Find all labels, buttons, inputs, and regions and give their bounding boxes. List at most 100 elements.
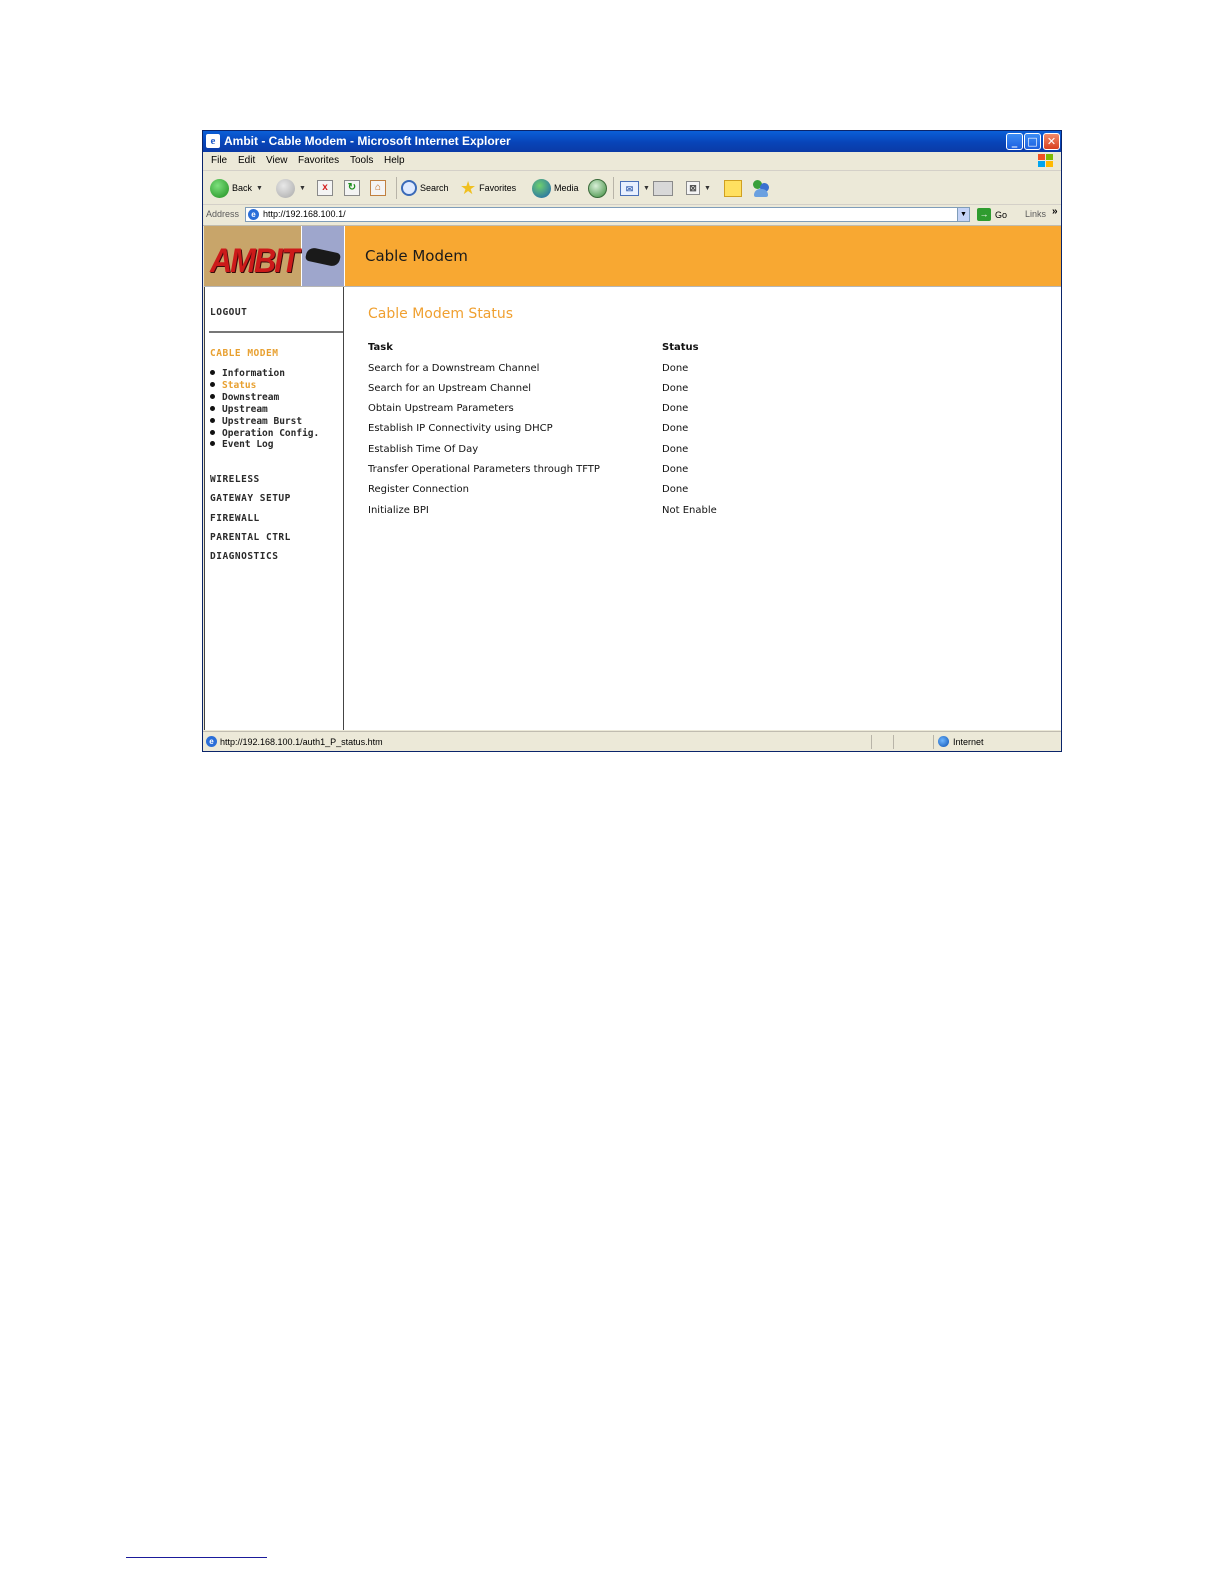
bullet-icon	[210, 418, 215, 423]
address-input[interactable]: e http://192.168.100.1/	[245, 207, 970, 222]
search-button[interactable]: Search	[401, 178, 449, 198]
messenger-icon	[751, 179, 771, 198]
go-button[interactable]: → Go	[977, 208, 1007, 221]
menu-favorites[interactable]: Favorites	[298, 155, 339, 166]
media-button[interactable]: Media	[532, 178, 579, 198]
task-cell: Transfer Operational Parameters through …	[368, 464, 600, 475]
edit-button[interactable]: ⊠ ▼	[686, 178, 711, 198]
maximize-button[interactable]: □	[1024, 133, 1041, 150]
dropdown-arrow-icon[interactable]: ▼	[256, 185, 263, 192]
messenger-button[interactable]	[751, 178, 771, 198]
forward-button[interactable]: ▼	[276, 178, 306, 198]
status-cell: Done	[662, 444, 689, 455]
status-cell: Done	[662, 484, 689, 495]
status-cell: Done	[662, 403, 689, 414]
nav-firewall[interactable]: FIREWALL	[210, 513, 260, 524]
history-button[interactable]	[588, 178, 607, 198]
go-arrow-icon: →	[977, 208, 991, 221]
address-bar: Address e http://192.168.100.1/ ▼ → Go L…	[203, 205, 1061, 226]
stop-icon: x	[317, 180, 333, 196]
modem-image	[302, 226, 344, 286]
subnav-upstream[interactable]: Upstream	[210, 404, 268, 415]
nav-parental-ctrl[interactable]: PARENTAL CTRL	[210, 532, 291, 543]
favorites-button[interactable]: ★ Favorites	[460, 178, 516, 198]
history-clock-icon	[588, 178, 607, 198]
minimize-button[interactable]: _	[1006, 133, 1023, 150]
task-cell: Initialize BPI	[368, 505, 429, 516]
subnav-operation-config[interactable]: Operation Config.	[210, 428, 319, 439]
bullet-icon	[210, 430, 215, 435]
printer-icon	[653, 180, 673, 196]
note-icon	[724, 179, 742, 197]
ie-page-icon: e	[248, 209, 259, 220]
nav-diagnostics[interactable]: DIAGNOSTICS	[210, 551, 278, 562]
mail-envelope-icon: ✉	[620, 180, 639, 196]
ie-icon: e	[206, 134, 220, 148]
dropdown-arrow-icon[interactable]: ▼	[643, 185, 650, 192]
ambit-logo: AMBIT	[204, 226, 302, 286]
subnav-information[interactable]: Information	[210, 368, 285, 379]
status-separator	[933, 735, 934, 749]
menu-help[interactable]: Help	[384, 155, 405, 166]
discuss-button[interactable]	[724, 178, 742, 198]
mail-button[interactable]: ✉ ▼	[620, 178, 650, 198]
bullet-icon	[210, 441, 215, 446]
address-label: Address	[206, 209, 240, 219]
bullet-icon	[210, 382, 215, 387]
sidebar-nav: LOGOUT CABLE MODEM Information Status Do…	[204, 287, 344, 730]
security-zone: Internet	[953, 737, 984, 747]
task-cell: Establish IP Connectivity using DHCP	[368, 423, 553, 434]
ie-page-icon: e	[206, 736, 217, 747]
media-globe-icon	[532, 178, 551, 198]
links-button[interactable]: Links	[1025, 209, 1046, 219]
back-arrow-icon	[210, 178, 229, 198]
address-dropdown-button[interactable]: ▼	[957, 207, 970, 222]
footnote-rule	[126, 1557, 267, 1558]
column-header-status: Status	[662, 342, 699, 353]
main-content: Cable Modem Status Task Status Search fo…	[345, 287, 1061, 730]
subnav-upstream-burst[interactable]: Upstream Burst	[210, 416, 302, 427]
nav-logout[interactable]: LOGOUT	[210, 307, 247, 318]
menu-tools[interactable]: Tools	[350, 155, 373, 166]
menu-bar: File Edit View Favorites Tools Help	[203, 152, 1061, 171]
back-button[interactable]: Back ▼	[210, 178, 263, 198]
subnav-status[interactable]: Status	[210, 380, 256, 391]
dropdown-arrow-icon[interactable]: ▼	[299, 185, 306, 192]
header-title: Cable Modem	[365, 247, 468, 265]
print-button[interactable]	[653, 178, 673, 198]
window-title: Ambit - Cable Modem - Microsoft Internet…	[224, 134, 511, 148]
close-button[interactable]: ✕	[1043, 133, 1060, 150]
favorites-star-icon: ★	[460, 178, 477, 198]
stop-button[interactable]: x	[317, 178, 333, 198]
nav-divider	[209, 331, 343, 333]
refresh-button[interactable]: ↻	[344, 178, 360, 198]
bullet-icon	[210, 370, 215, 375]
nav-cable-modem[interactable]: CABLE MODEM	[210, 348, 278, 359]
task-cell: Establish Time Of Day	[368, 444, 479, 455]
modem-icon	[304, 246, 342, 268]
toolbar-separator	[613, 177, 614, 199]
home-button[interactable]: ⌂	[370, 178, 386, 198]
internet-globe-icon	[938, 736, 949, 747]
status-separator	[893, 735, 894, 749]
status-cell: Done	[662, 464, 689, 475]
toolbar: Back ▼ ▼ x ↻ ⌂ Search ★ Favorites Media	[203, 171, 1061, 205]
menu-edit[interactable]: Edit	[238, 155, 255, 166]
edit-icon: ⊠	[686, 181, 700, 195]
chevron-right-icon[interactable]: »	[1052, 206, 1058, 217]
status-url: http://192.168.100.1/auth1_P_status.htm	[220, 737, 383, 747]
toolbar-separator	[396, 177, 397, 199]
nav-gateway-setup[interactable]: GATEWAY SETUP	[210, 493, 291, 504]
subnav-event-log[interactable]: Event Log	[210, 439, 273, 450]
menu-view[interactable]: View	[266, 155, 288, 166]
dropdown-arrow-icon[interactable]: ▼	[704, 185, 711, 192]
task-cell: Search for a Downstream Channel	[368, 363, 540, 374]
status-cell: Done	[662, 423, 689, 434]
task-cell: Register Connection	[368, 484, 469, 495]
subnav-downstream[interactable]: Downstream	[210, 392, 279, 403]
title-bar[interactable]: e Ambit - Cable Modem - Microsoft Intern…	[203, 131, 1061, 152]
menu-file[interactable]: File	[211, 155, 227, 166]
nav-wireless[interactable]: WIRELESS	[210, 474, 260, 485]
home-icon: ⌂	[370, 180, 386, 196]
search-icon	[401, 180, 417, 196]
